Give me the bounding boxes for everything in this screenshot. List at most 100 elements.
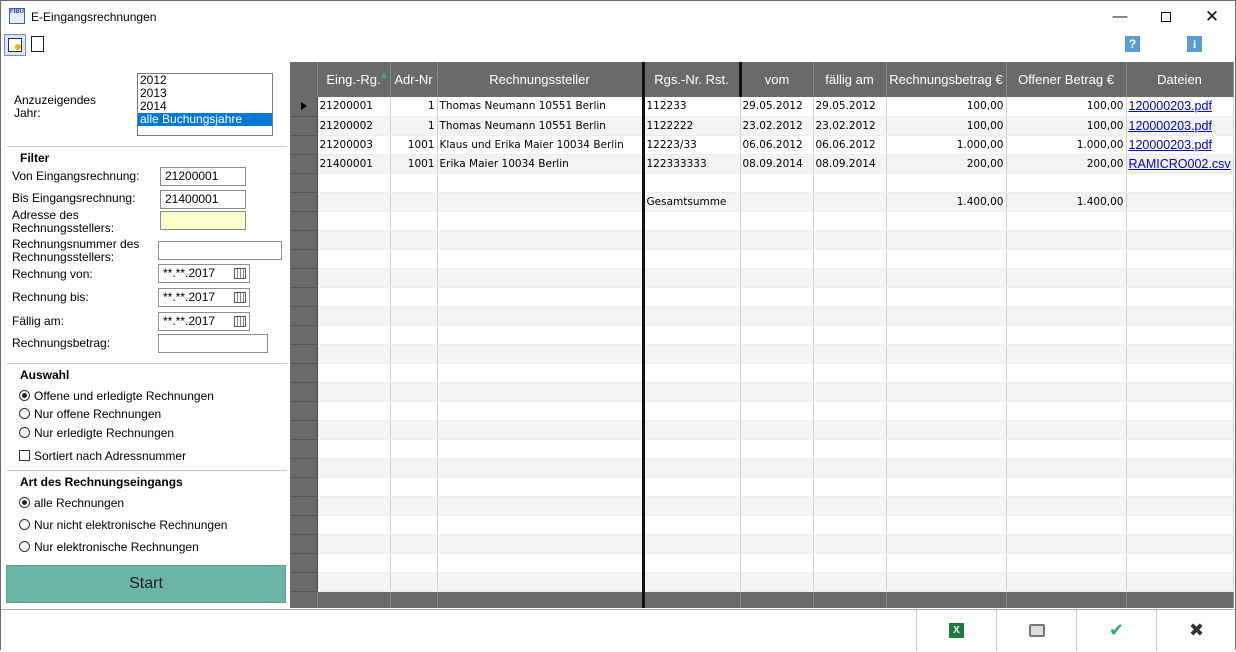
help-button[interactable]: ? xyxy=(1125,36,1140,52)
table-row[interactable]: 21200002 1 Thomas Neumann 10551 Berlin 1122… xyxy=(290,116,1234,136)
table-row[interactable] xyxy=(290,306,1234,326)
row-header[interactable] xyxy=(290,135,318,155)
file-link[interactable]: 120000203.pdf xyxy=(1126,116,1234,136)
rg-von-input[interactable]: **.**.2017 xyxy=(158,264,250,283)
art-option-non-electronic[interactable]: Nur nicht elektronische Rechnungen xyxy=(19,518,227,532)
calendar-icon[interactable] xyxy=(234,292,246,303)
column-header-dateien[interactable]: Dateien xyxy=(1126,62,1234,97)
table-cell xyxy=(317,458,391,478)
calendar-icon[interactable] xyxy=(234,268,246,279)
cancel-button[interactable]: ✖ xyxy=(1156,610,1236,651)
rgnr-input[interactable] xyxy=(158,241,282,260)
table-row[interactable] xyxy=(290,249,1234,269)
file-link[interactable]: RAMICRO002.csv xyxy=(1126,154,1234,174)
auswahl-option-open[interactable]: Nur offene Rechnungen xyxy=(19,407,161,421)
table-row[interactable] xyxy=(290,439,1234,459)
row-header[interactable] xyxy=(290,401,318,421)
row-header[interactable] xyxy=(290,515,318,535)
file-link[interactable]: 120000203.pdf xyxy=(1126,97,1234,117)
column-header-rgs-nr[interactable]: Rgs.-Nr. Rst. xyxy=(641,62,742,97)
row-header[interactable] xyxy=(290,154,318,174)
row-header[interactable] xyxy=(290,382,318,402)
table-row[interactable] xyxy=(290,268,1234,288)
table-row[interactable]: 21400001 1001 Erika Maier 10034 Berlin 1223… xyxy=(290,154,1234,174)
row-header[interactable] xyxy=(290,439,318,459)
table-cell xyxy=(317,173,391,193)
table-row[interactable] xyxy=(290,287,1234,307)
print-button[interactable] xyxy=(996,610,1076,651)
column-header-vom[interactable]: vom xyxy=(740,62,814,97)
row-header[interactable] xyxy=(290,325,318,345)
table-row[interactable] xyxy=(290,382,1234,402)
start-button[interactable]: Start xyxy=(6,565,286,603)
row-header[interactable] xyxy=(290,211,318,231)
table-row[interactable] xyxy=(290,344,1234,364)
table-row[interactable] xyxy=(290,420,1234,440)
table-row[interactable] xyxy=(290,363,1234,383)
row-header[interactable] xyxy=(290,306,318,326)
row-header[interactable] xyxy=(290,496,318,516)
faellig-input[interactable]: **.**.2017 xyxy=(158,312,250,331)
info-button[interactable]: i xyxy=(1187,36,1202,52)
year-listbox[interactable]: 2012 2013 2014 alle Buchungsjahre xyxy=(137,73,273,136)
year-item-selected[interactable]: alle Buchungsjahre xyxy=(138,113,272,126)
file-link[interactable]: 120000203.pdf xyxy=(1126,135,1234,155)
table-row[interactable] xyxy=(290,325,1234,345)
row-header[interactable] xyxy=(290,268,318,288)
column-header-eing-rg[interactable]: Eing.-Rg. xyxy=(317,62,391,97)
table-cell xyxy=(317,344,391,364)
row-header[interactable] xyxy=(290,477,318,497)
auswahl-option-all[interactable]: Offene und erledigte Rechnungen xyxy=(19,389,214,403)
rg-bis-input[interactable]: **.**.2017 xyxy=(158,288,250,307)
close-window-button[interactable]: ✕ xyxy=(1189,1,1235,32)
row-header[interactable] xyxy=(290,363,318,383)
table-row[interactable]: Gesamtsumme 1.400,00 1.400,00 xyxy=(290,192,1234,212)
maximize-button[interactable] xyxy=(1143,1,1189,32)
table-row[interactable] xyxy=(290,553,1234,573)
column-header-offener-betrag[interactable]: Offener Betrag € xyxy=(1006,62,1127,97)
calendar-icon[interactable] xyxy=(234,316,246,327)
row-header[interactable] xyxy=(290,458,318,478)
row-header[interactable] xyxy=(290,344,318,364)
table-row[interactable] xyxy=(290,477,1234,497)
bis-input[interactable]: 21400001 xyxy=(160,190,246,209)
column-header-rechnungsbetrag[interactable]: Rechnungsbetrag € xyxy=(886,62,1007,97)
table-row[interactable] xyxy=(290,173,1234,193)
art-option-electronic[interactable]: Nur elektronische Rechnungen xyxy=(19,540,199,554)
art-option-all[interactable]: alle Rechnungen xyxy=(19,496,124,510)
row-header[interactable] xyxy=(290,249,318,269)
column-header-adr-nr[interactable]: Adr-Nr xyxy=(390,62,438,97)
export-excel-button[interactable]: X xyxy=(916,610,996,651)
row-header[interactable] xyxy=(290,192,318,212)
table-row[interactable] xyxy=(290,496,1234,516)
row-header[interactable] xyxy=(290,534,318,554)
auswahl-option-done[interactable]: Nur erledigte Rechnungen xyxy=(19,426,174,440)
new-document-button[interactable] xyxy=(29,34,51,56)
table-row[interactable] xyxy=(290,534,1234,554)
table-row[interactable] xyxy=(290,572,1234,592)
table-row[interactable] xyxy=(290,230,1234,250)
row-header[interactable] xyxy=(290,173,318,193)
table-row[interactable] xyxy=(290,458,1234,478)
betrag-input[interactable] xyxy=(158,334,268,353)
ok-button[interactable]: ✔ xyxy=(1076,610,1156,651)
table-row[interactable] xyxy=(290,211,1234,231)
minimize-button[interactable]: — xyxy=(1097,1,1143,32)
row-header[interactable] xyxy=(290,116,318,136)
sortiert-checkbox[interactable]: Sortiert nach Adressnummer xyxy=(19,449,186,463)
row-header[interactable] xyxy=(290,230,318,250)
column-header-faellig[interactable]: fällig am xyxy=(813,62,887,97)
adresse-input[interactable] xyxy=(160,211,246,230)
von-input[interactable]: 21200001 xyxy=(160,167,246,186)
row-header[interactable] xyxy=(290,572,318,592)
table-row[interactable]: 21200001 1 Thomas Neumann 10551 Berlin 1122… xyxy=(290,97,1234,117)
row-header[interactable] xyxy=(290,97,318,117)
filter-toggle-button[interactable] xyxy=(4,34,26,56)
table-row[interactable] xyxy=(290,401,1234,421)
row-header[interactable] xyxy=(290,553,318,573)
row-header[interactable] xyxy=(290,420,318,440)
column-header-rechnungssteller[interactable]: Rechnungssteller xyxy=(437,62,644,97)
row-header[interactable] xyxy=(290,287,318,307)
table-row[interactable] xyxy=(290,515,1234,535)
table-row[interactable]: 21200003 1001 Klaus und Erika Maier 10034 … xyxy=(290,135,1234,155)
